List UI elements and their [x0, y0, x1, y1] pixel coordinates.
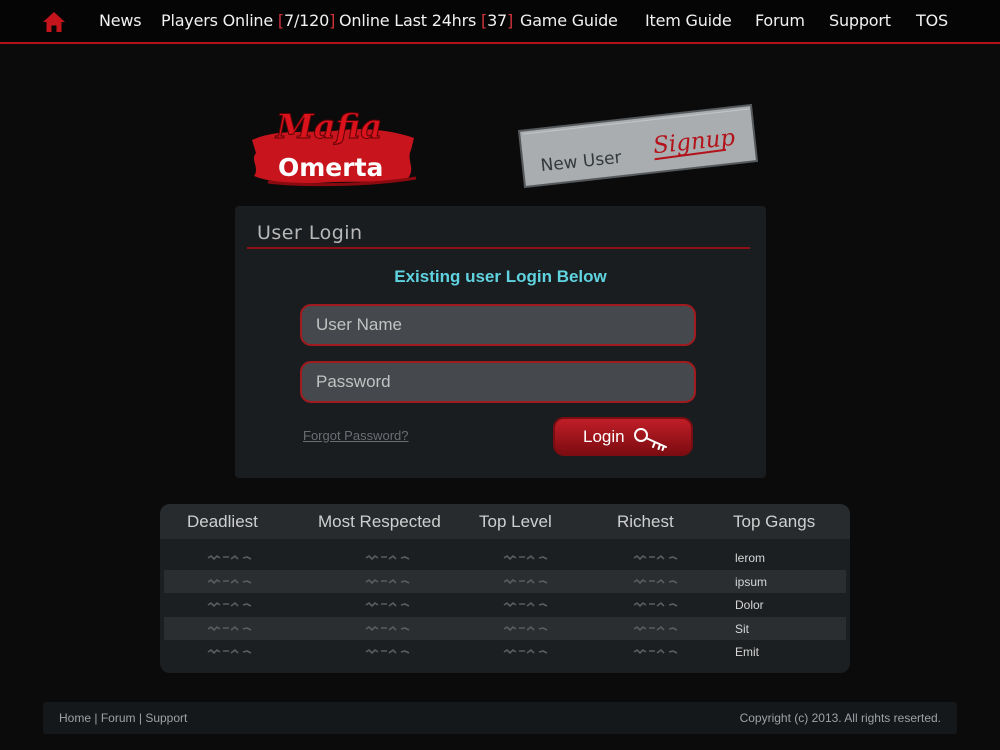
header-most-respected[interactable]: Most Respected	[318, 512, 441, 532]
home-icon[interactable]	[42, 11, 66, 33]
header-top-gangs[interactable]: Top Gangs	[733, 512, 815, 532]
player-name-image[interactable]	[503, 624, 549, 633]
gang-name[interactable]: lerom	[735, 551, 765, 565]
nav-news[interactable]: News	[99, 11, 142, 30]
footer-support-link[interactable]: Support	[145, 711, 187, 725]
online-24-count: 37	[487, 11, 508, 30]
table-row: Sit	[164, 617, 846, 640]
player-name-image[interactable]	[503, 553, 549, 562]
player-name-image[interactable]	[633, 553, 679, 562]
player-name-image[interactable]	[207, 600, 253, 609]
key-icon	[634, 428, 667, 451]
table-row: Dolor	[164, 593, 846, 616]
nav-players-online-label: Players Online	[161, 11, 274, 30]
table-row: ipsum	[164, 570, 846, 593]
player-name-image[interactable]	[633, 624, 679, 633]
player-name-image[interactable]	[503, 600, 549, 609]
footer-separator: |	[94, 711, 98, 725]
username-input[interactable]	[300, 304, 696, 346]
player-name-image[interactable]	[633, 600, 679, 609]
player-name-image[interactable]	[207, 553, 253, 562]
login-button[interactable]: Login	[553, 417, 693, 456]
mafia-omerta-logo: Mafia Omerta	[248, 98, 420, 188]
logo-line1: Mafia	[275, 107, 382, 147]
nav-online-last-24hrs[interactable]: Online Last 24hrs [37]	[339, 11, 513, 30]
player-name-image[interactable]	[365, 600, 411, 609]
player-name-image[interactable]	[207, 647, 253, 656]
title-divider	[247, 247, 750, 249]
player-name-image[interactable]	[633, 647, 679, 656]
footer-home-link[interactable]: Home	[59, 711, 91, 725]
login-panel: User Login Existing user Login Below For…	[235, 206, 766, 478]
gang-name[interactable]: Dolor	[735, 598, 764, 612]
bracket-close: ]	[507, 11, 514, 30]
header-deadliest[interactable]: Deadliest	[187, 512, 258, 532]
player-name-image[interactable]	[633, 577, 679, 586]
login-title: User Login	[257, 222, 363, 244]
gang-name[interactable]: Emit	[735, 645, 759, 659]
nav-support[interactable]: Support	[829, 11, 891, 30]
footer: Home | Forum | Support Copyright (c) 201…	[43, 702, 957, 734]
player-name-image[interactable]	[365, 624, 411, 633]
nav-forum[interactable]: Forum	[755, 11, 805, 30]
table-row: Emit	[164, 640, 846, 663]
table-row: lerom	[164, 546, 846, 569]
leaderboard: Deadliest Most Respected Top Level Riche…	[160, 504, 850, 673]
signup-note[interactable]: New User Signup	[515, 103, 760, 189]
gang-name[interactable]: Sit	[735, 622, 749, 636]
player-name-image[interactable]	[365, 577, 411, 586]
copyright-text: Copyright (c) 2013. All rights reserted.	[739, 711, 941, 725]
player-name-image[interactable]	[365, 553, 411, 562]
gang-name[interactable]: ipsum	[735, 575, 767, 589]
bracket-close: ]	[329, 11, 336, 30]
top-nav: News Players Online [7/120] Online Last …	[0, 0, 1000, 44]
footer-separator: |	[138, 711, 142, 725]
player-name-image[interactable]	[503, 577, 549, 586]
nav-online-24-label: Online Last 24hrs	[339, 11, 477, 30]
forgot-password-link[interactable]: Forgot Password?	[303, 428, 409, 443]
nav-tos[interactable]: TOS	[916, 11, 948, 30]
login-button-label: Login	[583, 426, 625, 446]
header-richest[interactable]: Richest	[617, 512, 674, 532]
nav-game-guide[interactable]: Game Guide	[520, 11, 618, 30]
logo-line2: Omerta	[278, 153, 383, 182]
nav-players-online[interactable]: Players Online [7/120]	[161, 11, 335, 30]
player-name-image[interactable]	[503, 647, 549, 656]
nav-item-guide[interactable]: Item Guide	[645, 11, 732, 30]
password-input[interactable]	[300, 361, 696, 403]
header-top-level[interactable]: Top Level	[479, 512, 552, 532]
footer-forum-link[interactable]: Forum	[101, 711, 136, 725]
login-subtitle: Existing user Login Below	[394, 267, 607, 286]
footer-links: Home | Forum | Support	[59, 711, 187, 725]
player-name-image[interactable]	[207, 577, 253, 586]
player-name-image[interactable]	[365, 647, 411, 656]
leaderboard-header: Deadliest Most Respected Top Level Riche…	[160, 504, 850, 539]
player-name-image[interactable]	[207, 624, 253, 633]
players-online-count: 7/120	[283, 11, 330, 30]
